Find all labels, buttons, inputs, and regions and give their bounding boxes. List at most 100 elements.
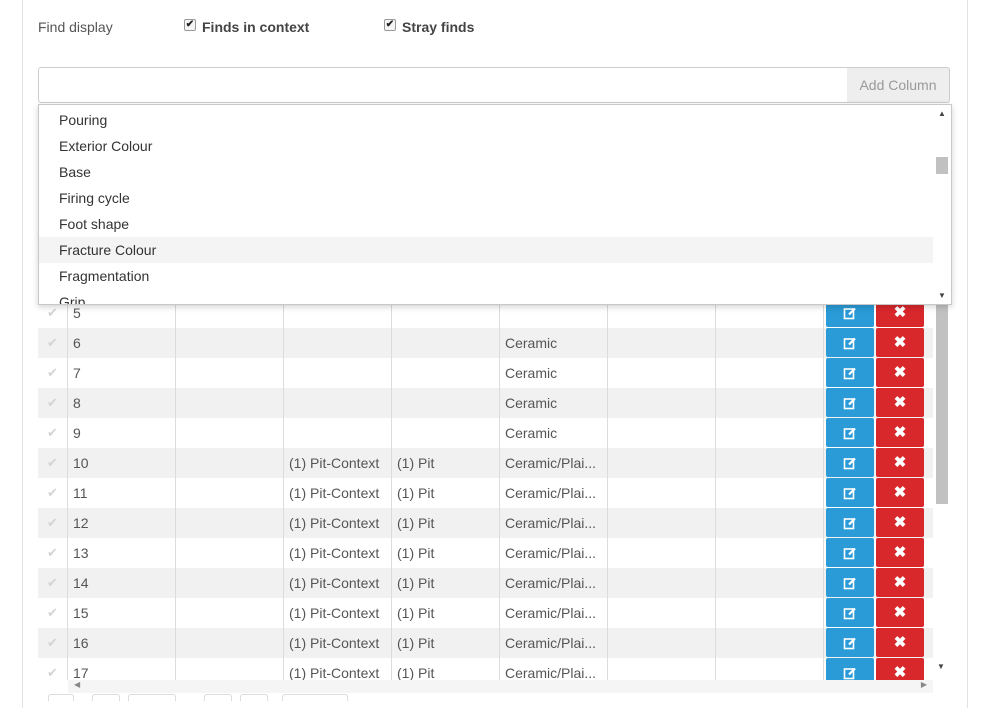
edit-icon[interactable] bbox=[826, 358, 874, 387]
cell-id: 11 bbox=[68, 478, 176, 508]
row-select-check-icon[interactable]: ✔ bbox=[38, 508, 68, 538]
edit-icon[interactable] bbox=[826, 388, 874, 417]
edit-icon[interactable] bbox=[826, 328, 874, 357]
cell-context bbox=[284, 328, 392, 358]
dropdown-option[interactable]: Grip bbox=[39, 289, 933, 304]
edit-icon[interactable] bbox=[826, 658, 874, 680]
cell-empty bbox=[176, 418, 284, 448]
delete-icon[interactable]: ✖ bbox=[876, 508, 924, 537]
edit-icon[interactable] bbox=[826, 418, 874, 447]
scroll-down-arrow-icon[interactable]: ▼ bbox=[938, 291, 946, 300]
table-row[interactable]: ✔ 16 (1) Pit-Context (1) Pit Ceramic/Plai...… bbox=[38, 628, 933, 658]
stray-finds-label: Stray finds bbox=[402, 19, 475, 35]
table-row[interactable]: ✔ 13 (1) Pit-Context (1) Pit Ceramic/Plai...… bbox=[38, 538, 933, 568]
delete-icon[interactable]: ✖ bbox=[876, 568, 924, 597]
table-row[interactable]: ✔ 7 Ceramic ✖ bbox=[38, 358, 933, 388]
dropdown-option[interactable]: Base bbox=[39, 159, 933, 185]
cell-feature bbox=[392, 388, 500, 418]
cell-empty bbox=[176, 478, 284, 508]
table-vertical-scrollbar[interactable]: ▼ bbox=[933, 298, 950, 680]
table-row[interactable]: ✔ 10 (1) Pit-Context (1) Pit Ceramic/Plai...… bbox=[38, 448, 933, 478]
stray-finds-checkbox[interactable]: ✔ Stray finds bbox=[384, 19, 474, 35]
cell-empty bbox=[716, 478, 824, 508]
dropdown-option[interactable]: Fragmentation bbox=[39, 263, 933, 289]
table-row[interactable]: ✔ 9 Ceramic ✖ bbox=[38, 418, 933, 448]
scroll-left-arrow-icon[interactable]: ◀ bbox=[74, 680, 80, 689]
delete-icon[interactable]: ✖ bbox=[876, 358, 924, 387]
scrollbar-thumb[interactable] bbox=[936, 298, 948, 504]
edit-icon[interactable] bbox=[826, 508, 874, 537]
dropdown-option[interactable]: Pouring bbox=[39, 107, 933, 133]
cell-feature: (1) Pit bbox=[392, 568, 500, 598]
row-select-check-icon[interactable]: ✔ bbox=[38, 388, 68, 418]
table-row[interactable]: ✔ 6 Ceramic ✖ bbox=[38, 328, 933, 358]
dropdown-option[interactable]: Fracture Colour bbox=[39, 237, 933, 263]
edit-icon[interactable] bbox=[826, 628, 874, 657]
row-select-check-icon[interactable]: ✔ bbox=[38, 628, 68, 658]
cell-empty bbox=[608, 568, 716, 598]
table-row[interactable]: ✔ 14 (1) Pit-Context (1) Pit Ceramic/Plai...… bbox=[38, 568, 933, 598]
cell-id: 8 bbox=[68, 388, 176, 418]
cell-context: (1) Pit-Context bbox=[284, 598, 392, 628]
cell-empty bbox=[608, 628, 716, 658]
delete-icon[interactable]: ✖ bbox=[876, 388, 924, 417]
add-column-button[interactable]: Add Column bbox=[847, 67, 950, 103]
cell-empty bbox=[176, 538, 284, 568]
table-row[interactable]: ✔ 15 (1) Pit-Context (1) Pit Ceramic/Plai...… bbox=[38, 598, 933, 628]
row-select-check-icon[interactable]: ✔ bbox=[38, 448, 68, 478]
edit-icon[interactable] bbox=[826, 598, 874, 627]
cell-empty bbox=[716, 658, 824, 680]
delete-icon[interactable]: ✖ bbox=[876, 448, 924, 477]
dropdown-option[interactable]: Exterior Colour bbox=[39, 133, 933, 159]
row-select-check-icon[interactable]: ✔ bbox=[38, 568, 68, 598]
row-select-check-icon[interactable]: ✔ bbox=[38, 328, 68, 358]
row-select-check-icon[interactable]: ✔ bbox=[38, 658, 68, 680]
add-column-input[interactable] bbox=[38, 67, 848, 103]
edit-icon[interactable] bbox=[826, 478, 874, 507]
row-select-check-icon[interactable]: ✔ bbox=[38, 598, 68, 628]
delete-icon[interactable]: ✖ bbox=[876, 418, 924, 447]
cell-material: Ceramic/Plai... bbox=[500, 538, 608, 568]
edit-icon[interactable] bbox=[826, 448, 874, 477]
cell-feature bbox=[392, 418, 500, 448]
row-select-check-icon[interactable]: ✔ bbox=[38, 418, 68, 448]
cell-material: Ceramic/Plai... bbox=[500, 598, 608, 628]
cell-material: Ceramic/Plai... bbox=[500, 478, 608, 508]
delete-icon[interactable]: ✖ bbox=[876, 628, 924, 657]
cell-context: (1) Pit-Context bbox=[284, 508, 392, 538]
table-horizontal-scrollbar[interactable]: ◀ ▶ bbox=[68, 680, 933, 693]
cell-empty bbox=[716, 358, 824, 388]
dropdown-option[interactable]: Foot shape bbox=[39, 211, 933, 237]
finds-in-context-checkbox[interactable]: ✔ Finds in context bbox=[184, 19, 309, 35]
delete-icon[interactable]: ✖ bbox=[876, 538, 924, 567]
table-row[interactable]: ✔ 17 (1) Pit-Context (1) Pit Ceramic/Plai...… bbox=[38, 658, 933, 680]
cell-material: Ceramic/Plai... bbox=[500, 628, 608, 658]
scroll-up-arrow-icon[interactable]: ▲ bbox=[938, 109, 946, 118]
table-row[interactable]: ✔ 11 (1) Pit-Context (1) Pit Ceramic/Plai...… bbox=[38, 478, 933, 508]
delete-icon[interactable]: ✖ bbox=[876, 478, 924, 507]
dropdown-scrollbar[interactable]: ▲ ▼ bbox=[934, 105, 951, 304]
row-select-check-icon[interactable]: ✔ bbox=[38, 538, 68, 568]
row-select-check-icon[interactable]: ✔ bbox=[38, 478, 68, 508]
column-options-dropdown: Pouring Exterior Colour Base Firing cycle Fo… bbox=[38, 104, 952, 305]
cell-context: (1) Pit-Context bbox=[284, 478, 392, 508]
cell-context: (1) Pit-Context bbox=[284, 568, 392, 598]
table-row[interactable]: ✔ 12 (1) Pit-Context (1) Pit Ceramic/Plai...… bbox=[38, 508, 933, 538]
cell-empty bbox=[608, 388, 716, 418]
delete-icon[interactable]: ✖ bbox=[876, 328, 924, 357]
table-row[interactable]: ✔ 8 Ceramic ✖ bbox=[38, 388, 933, 418]
dropdown-option[interactable]: Firing cycle bbox=[39, 185, 933, 211]
delete-icon[interactable]: ✖ bbox=[876, 598, 924, 627]
cell-empty bbox=[176, 388, 284, 418]
delete-icon[interactable]: ✖ bbox=[876, 658, 924, 680]
cell-id: 14 bbox=[68, 568, 176, 598]
cell-feature bbox=[392, 358, 500, 388]
scroll-right-arrow-icon[interactable]: ▶ bbox=[921, 680, 927, 689]
cell-empty bbox=[608, 658, 716, 680]
row-select-check-icon[interactable]: ✔ bbox=[38, 358, 68, 388]
cell-empty bbox=[176, 358, 284, 388]
edit-icon[interactable] bbox=[826, 568, 874, 597]
edit-icon[interactable] bbox=[826, 538, 874, 567]
dropdown-scrollbar-thumb[interactable] bbox=[936, 157, 948, 174]
scroll-down-arrow-icon[interactable]: ▼ bbox=[937, 662, 945, 671]
